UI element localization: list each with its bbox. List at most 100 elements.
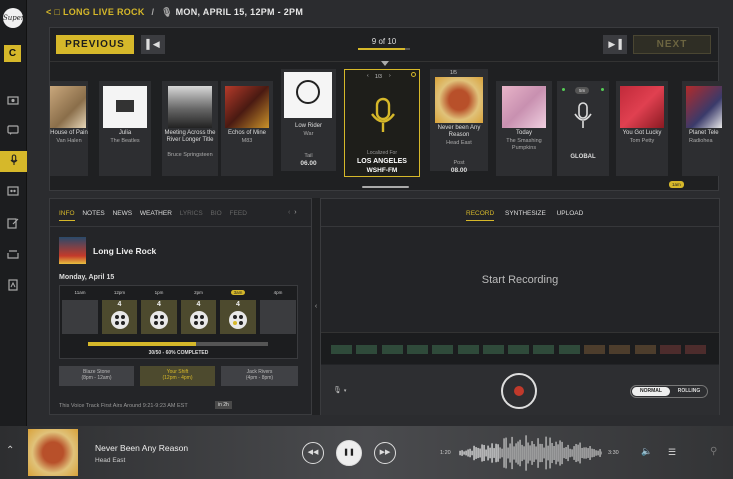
tab-bio[interactable]: BIO	[211, 210, 222, 217]
volume-icon[interactable]: 🔈	[641, 446, 652, 457]
track-card[interactable]: 4m House of Pain Van Halen	[50, 81, 88, 176]
skip-back-button[interactable]: ▌◀	[141, 35, 165, 54]
track-card[interactable]: 3m Echos of Mine M83	[221, 81, 273, 176]
tab-scroll-arrows[interactable]: ‹ ›	[288, 209, 297, 216]
waveform-bar	[527, 442, 529, 464]
selected-track-card[interactable]: ‹ 1/3 › Localized For LOS ANGELES WSHF-F…	[344, 69, 420, 177]
start-recording-label: Start Recording	[481, 274, 559, 286]
track-card[interactable]: 4m Planet Tele Radiohea	[682, 81, 722, 176]
station-c-button[interactable]: C	[4, 45, 21, 62]
waveform-bar	[591, 448, 593, 458]
microphone-icon	[369, 97, 397, 135]
album-art	[168, 86, 212, 128]
pager-next-icon[interactable]: ›	[389, 73, 391, 79]
search-icon[interactable]: ⚲	[710, 446, 717, 457]
tab-news[interactable]: NEWS	[113, 210, 133, 217]
schedule-slot[interactable]: 12pm 4	[100, 286, 139, 336]
waveform-bar	[515, 443, 517, 463]
waveform-bar	[545, 436, 547, 470]
schedule-slot[interactable]: 11am	[60, 286, 100, 336]
track-card[interactable]: 3m Meeting Across the River Longer Title…	[162, 81, 218, 176]
tab-lyrics[interactable]: LYRICS	[180, 210, 203, 217]
album-art	[502, 86, 546, 128]
schedule-slot[interactable]: 2pm 4	[179, 286, 218, 336]
previous-button[interactable]: PREVIOUS	[56, 35, 134, 54]
waveform-bar	[599, 449, 601, 457]
queue-icon[interactable]: ☰	[668, 447, 676, 458]
panel-collapse-handle[interactable]: ‹	[312, 198, 320, 415]
chevron-up-icon[interactable]: ⌃	[6, 445, 14, 456]
waveform-bar	[479, 448, 481, 458]
document-icon[interactable]	[4, 276, 22, 294]
info-panel: INFO NOTES NEWS WEATHER LYRICS BIO FEED …	[49, 198, 312, 415]
tab-upload[interactable]: UPLOAD	[557, 210, 584, 217]
track-card[interactable]: 12m You Got Lucky Tom Petty	[616, 81, 668, 176]
track-card[interactable]: Low Rider War Tail 06.00	[281, 69, 336, 171]
voice-track-badge: in 2h	[215, 401, 232, 409]
tab-feed[interactable]: FEED	[230, 210, 247, 217]
tab-notes[interactable]: NOTES	[82, 210, 104, 217]
waveform-bar	[465, 450, 467, 456]
album-art	[103, 86, 147, 128]
console-icon[interactable]	[4, 182, 22, 200]
waveform-scrubber[interactable]	[459, 433, 602, 473]
schedule-slot[interactable]: 1pm 4	[139, 286, 179, 336]
pager-prev-icon[interactable]: ‹	[367, 73, 369, 79]
meter-segment	[432, 345, 454, 354]
host-time: (8pm - 12am)	[81, 375, 112, 381]
pager-label: 1/5	[450, 70, 457, 76]
tab-synthesize[interactable]: SYNTHESIZE	[505, 210, 546, 217]
schedule-slot-current[interactable]: 3am 4	[218, 286, 258, 336]
back-chevron-icon[interactable]: <	[46, 7, 52, 17]
tab-info[interactable]: INFO	[59, 210, 75, 221]
radio-icon[interactable]	[4, 91, 22, 109]
chat-icon[interactable]	[4, 121, 22, 139]
next-track-button[interactable]: ▶▶	[374, 442, 396, 464]
meter-segment	[609, 345, 631, 354]
track-title: Today	[515, 130, 532, 136]
carousel-scrollbar[interactable]	[362, 186, 409, 188]
edit-icon[interactable]	[4, 214, 22, 232]
microphone-icon: 🎙	[161, 7, 173, 17]
waveform-bar	[467, 449, 469, 457]
record-controls: 🎙 ▾ NORMAL ROLLING	[321, 365, 719, 415]
slot-dots-icon	[150, 311, 168, 329]
chevron-left-icon[interactable]: ‹	[288, 209, 290, 216]
microphone-icon[interactable]	[0, 151, 27, 172]
host-shift[interactable]: Blaze Stone (8pm - 12am)	[59, 366, 134, 386]
track-title: You Got Lucky	[622, 130, 662, 136]
layers-icon[interactable]	[4, 245, 22, 263]
album-art	[225, 86, 269, 128]
next-button[interactable]: NEXT	[633, 35, 711, 54]
record-panel: RECORD SYNTHESIZE UPLOAD Start Recording…	[320, 198, 720, 415]
schedule-grid: 11am 12pm 4 1pm 4 2pm 4 3am 4 4pm 30/50 …	[59, 285, 298, 359]
skip-forward-button[interactable]: ▶▐	[603, 35, 627, 54]
tab-record[interactable]: RECORD	[466, 210, 495, 221]
waveform-bar	[589, 446, 591, 460]
waveform-bar	[513, 446, 515, 460]
mode-rolling[interactable]: ROLLING	[671, 387, 707, 396]
previous-track-button[interactable]: ◀◀	[302, 442, 324, 464]
waveform-bar	[573, 446, 575, 460]
mode-normal[interactable]: NORMAL	[632, 387, 670, 396]
mic-input-select[interactable]: 🎙 ▾	[333, 386, 346, 394]
track-card[interactable]: 1/5 Never been Any Reason Head East Post…	[430, 69, 488, 174]
divider	[50, 226, 311, 227]
pause-button[interactable]: ❚❚	[336, 440, 362, 466]
track-list: 4m House of Pain Van Halen 5m Julia The …	[50, 64, 722, 188]
logo[interactable]: Super	[3, 8, 24, 28]
chevron-right-icon[interactable]: ›	[294, 209, 296, 216]
host-shift-current[interactable]: Your Shift (12pm - 4pm)	[140, 366, 215, 386]
track-card[interactable]: 4m Today The Smashing Pumpkins	[496, 81, 552, 176]
global-track-card[interactable]: 5m GLOBAL	[557, 81, 609, 176]
record-button[interactable]	[501, 373, 537, 409]
waveform-bar	[525, 435, 527, 471]
track-card[interactable]: 5m Julia The Beatles	[99, 81, 151, 176]
slot-dots-icon	[110, 311, 129, 329]
waveform-bar	[487, 445, 489, 461]
show-link[interactable]: LONG LIVE ROCK	[63, 7, 145, 17]
schedule-slot[interactable]: 4pm	[258, 286, 298, 336]
mode-toggle[interactable]: NORMAL ROLLING	[630, 385, 708, 398]
tab-weather[interactable]: WEATHER	[140, 210, 172, 217]
host-shift[interactable]: Jack Rivers (4pm - 8pm)	[221, 366, 298, 386]
